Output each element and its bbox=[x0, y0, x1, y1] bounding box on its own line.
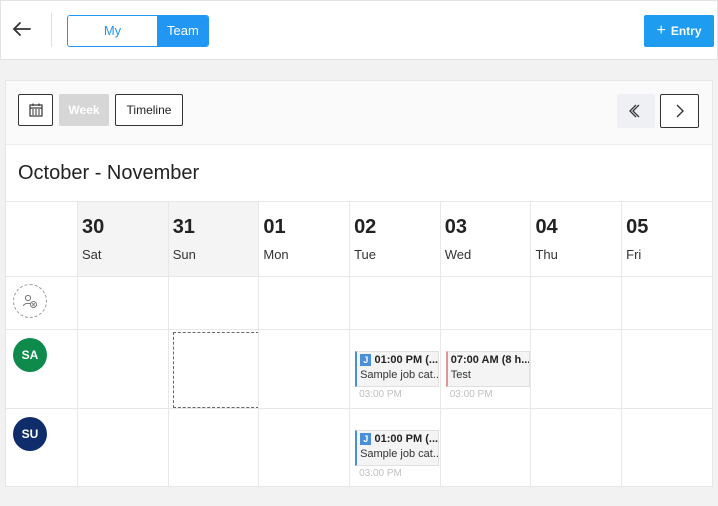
day-name: Sun bbox=[172, 247, 196, 262]
day-header: 05 Fri bbox=[621, 202, 712, 276]
schedule-toggle: My schedule Team bbox=[67, 15, 209, 47]
add-entry-label: Entry bbox=[670, 24, 702, 38]
timeline-view-button[interactable]: Timeline bbox=[115, 94, 183, 126]
schedule-panel: Week Timeline October - November 30 Sat 3… bbox=[5, 80, 713, 487]
schedule-cell[interactable] bbox=[77, 277, 168, 329]
schedule-cell[interactable] bbox=[258, 277, 349, 329]
day-number: 04 bbox=[535, 216, 558, 238]
divider bbox=[51, 13, 52, 47]
schedule-cell[interactable] bbox=[258, 330, 349, 408]
previous-week-button[interactable] bbox=[617, 94, 655, 128]
shift-end-time: 03:00 PM bbox=[359, 468, 402, 479]
day-number: 02 bbox=[354, 216, 377, 238]
shift-time: 01:00 PM (... bbox=[374, 433, 439, 445]
job-badge-icon: J bbox=[360, 354, 372, 366]
schedule-cell[interactable]: J 01:00 PM (... Sample job cat... 03:00 PM bbox=[349, 330, 440, 408]
day-number: 03 bbox=[444, 216, 467, 238]
tab-my-schedule[interactable]: My schedule bbox=[68, 16, 157, 46]
day-header: 04 Thu bbox=[530, 202, 621, 276]
schedule-grid: 30 Sat 31 Sun 01 Mon 02 Tue 03 Wed 04 Thu 05 F… bbox=[6, 201, 712, 487]
day-name: Mon bbox=[263, 247, 289, 262]
calendar-icon bbox=[28, 103, 43, 117]
unassigned-cell bbox=[6, 277, 77, 329]
day-number: 01 bbox=[263, 216, 286, 238]
shift-entry[interactable]: J 01:00 PM (... Sample job cat... bbox=[355, 351, 440, 387]
day-header: 03 Wed bbox=[439, 202, 531, 276]
shift-entry[interactable]: J 01:00 PM (... Sample job cat... bbox=[355, 430, 440, 466]
day-name: Thu bbox=[535, 247, 558, 262]
day-number: 30 bbox=[82, 216, 105, 238]
day-header: 01 Mon bbox=[258, 202, 349, 276]
job-badge-icon: J bbox=[360, 433, 372, 445]
schedule-cell[interactable] bbox=[530, 409, 621, 487]
avatar[interactable]: SA bbox=[13, 338, 47, 372]
schedule-cell[interactable] bbox=[167, 330, 259, 408]
week-view-button[interactable]: Week bbox=[59, 94, 109, 126]
schedule-cell[interactable] bbox=[167, 409, 259, 487]
day-header-row: 30 Sat 31 Sun 01 Mon 02 Tue 03 Wed 04 Thu 05 F… bbox=[6, 201, 712, 276]
schedule-cell[interactable] bbox=[621, 409, 712, 487]
schedule-cell[interactable]: J 01:00 PM (... Sample job cat... 03:00 PM bbox=[349, 409, 440, 487]
day-header: 31 Sun bbox=[167, 202, 259, 276]
header-corner bbox=[6, 202, 77, 276]
schedule-cell[interactable] bbox=[439, 409, 531, 487]
back-arrow-icon[interactable] bbox=[9, 15, 35, 43]
shift-title: Sample job cat... bbox=[360, 369, 440, 381]
day-name: Tue bbox=[354, 247, 376, 262]
shift-end-time: 03:00 PM bbox=[449, 389, 493, 400]
schedule-cell[interactable]: 07:00 AM (8 h... Test 03:00 PM bbox=[439, 330, 531, 408]
schedule-cell[interactable] bbox=[439, 277, 531, 329]
chevron-left-icon bbox=[629, 104, 640, 118]
day-header: 02 Tue bbox=[349, 202, 440, 276]
shift-title: Test bbox=[450, 369, 471, 381]
add-entry-button[interactable]: + Entry bbox=[644, 15, 714, 47]
shift-time: 07:00 AM (8 h... bbox=[450, 354, 530, 366]
shift-time: 01:00 PM (... bbox=[374, 354, 439, 366]
shift-time-row: J 01:00 PM (... bbox=[360, 354, 438, 366]
date-range-title: October - November bbox=[18, 162, 200, 184]
shift-entry[interactable]: 07:00 AM (8 h... Test bbox=[445, 351, 530, 387]
drop-placeholder[interactable] bbox=[172, 332, 259, 408]
schedule-cell[interactable] bbox=[167, 277, 259, 329]
shift-end-time: 03:00 PM bbox=[359, 389, 402, 400]
schedule-cell[interactable] bbox=[258, 409, 349, 487]
calendar-picker-button[interactable] bbox=[18, 94, 53, 126]
avatar[interactable]: SU bbox=[13, 417, 47, 451]
unassigned-row bbox=[6, 276, 712, 329]
day-number: 31 bbox=[172, 216, 195, 238]
plus-icon: + bbox=[656, 22, 666, 39]
unassigned-user-icon[interactable] bbox=[13, 284, 47, 318]
person-row: SU J 01:00 PM (... Sample job cat... 03:00… bbox=[6, 408, 712, 487]
tab-team[interactable]: Team bbox=[157, 16, 208, 46]
schedule-cell[interactable] bbox=[77, 330, 168, 408]
schedule-cell[interactable] bbox=[530, 277, 621, 329]
shift-title: Sample job cat... bbox=[360, 448, 440, 460]
schedule-cell[interactable] bbox=[621, 277, 712, 329]
schedule-cell[interactable] bbox=[77, 409, 168, 487]
view-toolbar: Week Timeline bbox=[6, 81, 712, 145]
day-name: Wed bbox=[444, 247, 472, 262]
day-header: 30 Sat bbox=[77, 202, 168, 276]
day-name: Sat bbox=[82, 247, 102, 262]
chevron-right-icon bbox=[676, 104, 684, 118]
schedule-cell[interactable] bbox=[530, 330, 621, 408]
shift-time-row: J 01:00 PM (... bbox=[360, 433, 438, 445]
person-row: SA J 01:00 PM (... Sample job cat... 03:00… bbox=[6, 329, 712, 408]
day-number: 05 bbox=[626, 216, 649, 238]
schedule-cell[interactable] bbox=[621, 330, 712, 408]
top-bar: My schedule Team + Entry bbox=[0, 0, 718, 60]
person-cell: SA bbox=[6, 330, 77, 408]
person-cell: SU bbox=[6, 409, 77, 487]
shift-time-row: 07:00 AM (8 h... bbox=[451, 354, 529, 366]
day-name: Fri bbox=[626, 247, 642, 262]
next-week-button[interactable] bbox=[660, 94, 699, 128]
schedule-cell[interactable] bbox=[349, 277, 440, 329]
